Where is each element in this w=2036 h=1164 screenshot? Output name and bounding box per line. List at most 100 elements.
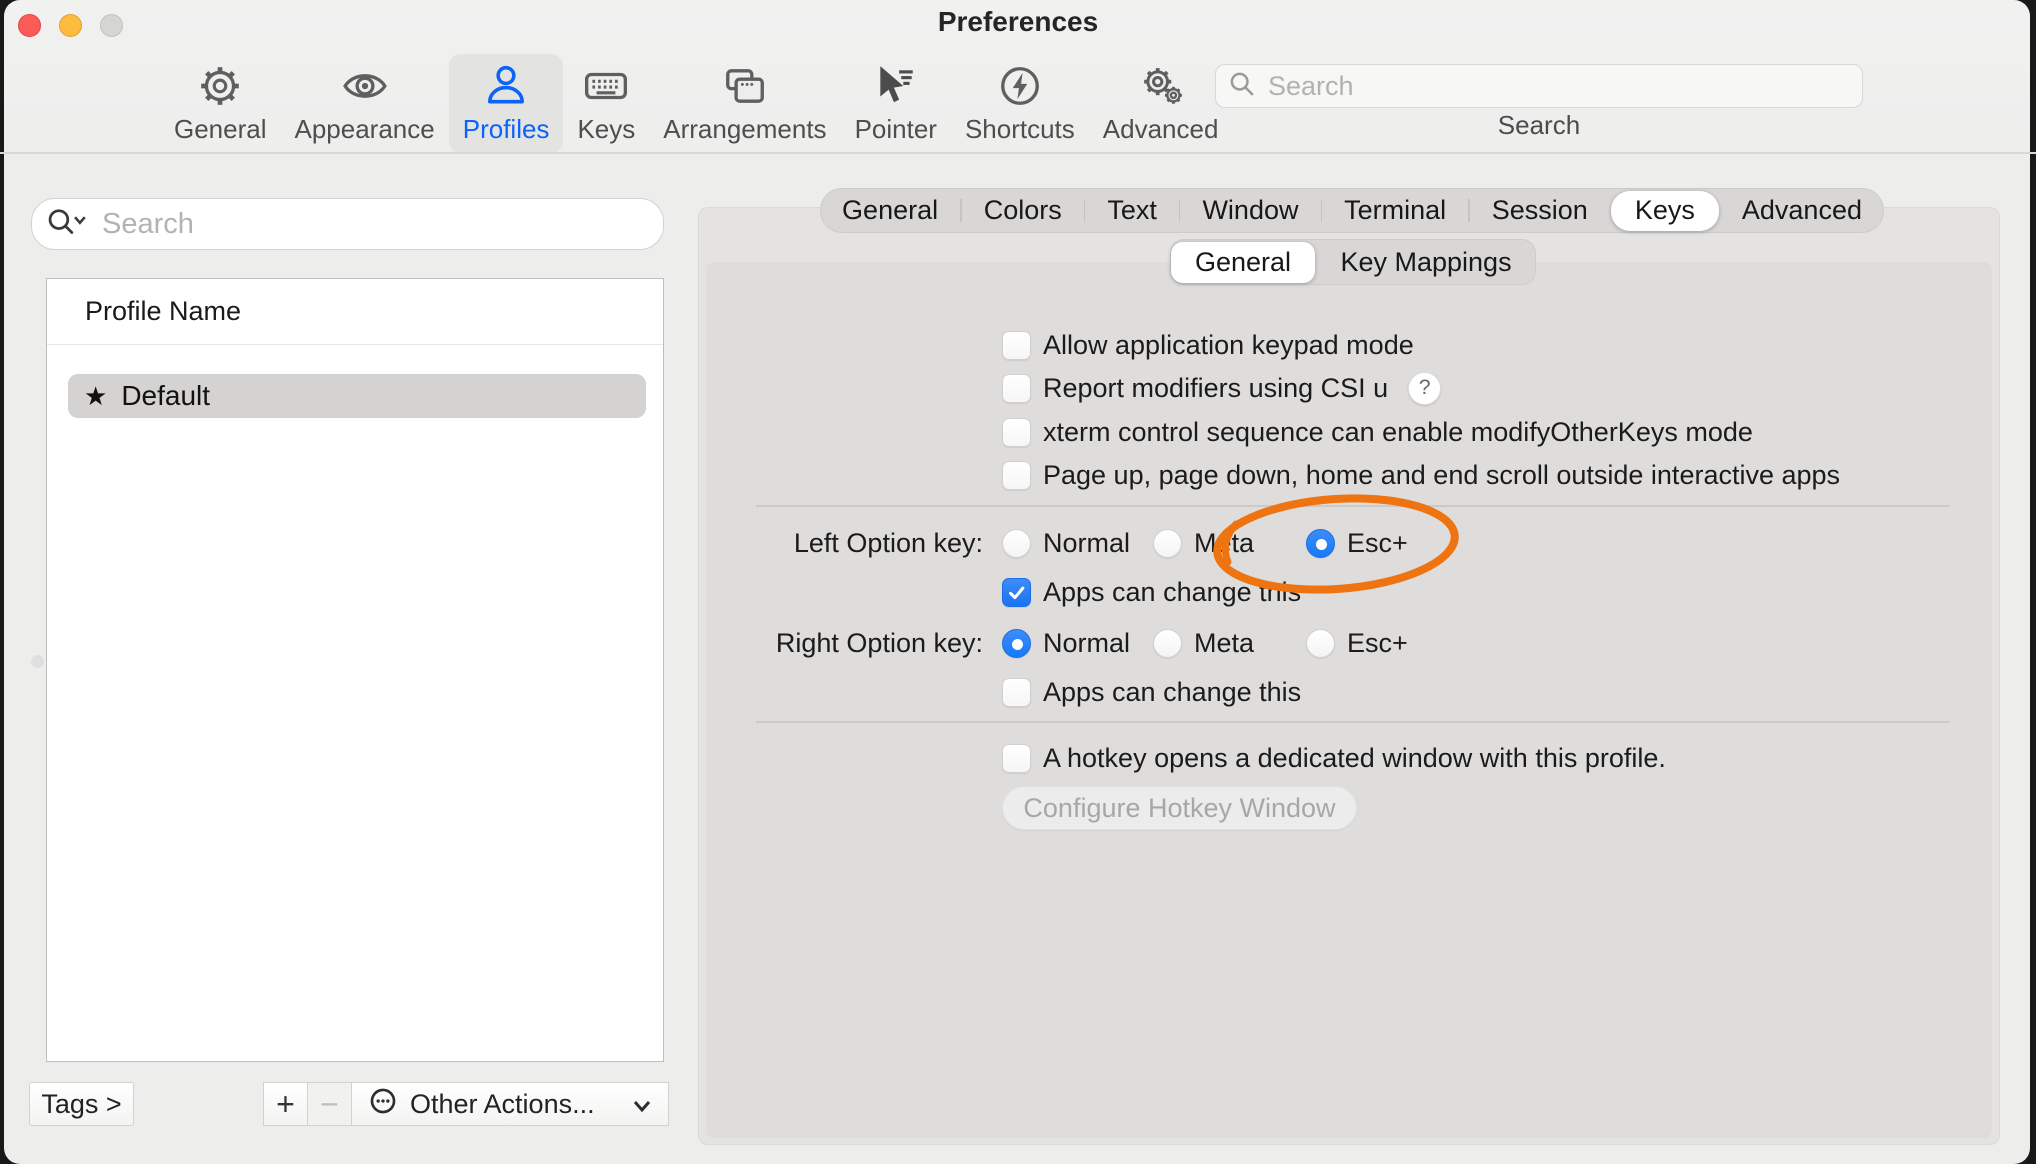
toolbar-item-label: Pointer — [855, 114, 937, 145]
profile-list: Profile Name ★ Default — [46, 278, 664, 1062]
add-profile-button[interactable]: + — [263, 1082, 307, 1126]
cursor-icon — [873, 60, 919, 112]
checkbox-row: Allow application keypad mode — [1002, 323, 1414, 367]
apps-can-change-checkbox[interactable] — [1002, 678, 1031, 707]
checkbox-label: Apps can change this — [1043, 577, 1301, 608]
left-option-label: Left Option key: — [756, 521, 983, 565]
radio-esc[interactable] — [1306, 629, 1335, 658]
toolbar-item-label: Advanced — [1103, 114, 1219, 145]
subtab-key-mappings[interactable]: Key Mappings — [1316, 239, 1536, 285]
left-option-meta[interactable]: Meta — [1153, 521, 1254, 565]
toolbar-item-advanced[interactable]: Advanced — [1089, 54, 1233, 153]
screenshot-stage: Preferences General — [0, 0, 2036, 1164]
tab-keys[interactable]: Keys — [1611, 191, 1719, 231]
toolbar-item-label: Arrangements — [663, 114, 826, 145]
checkbox-label: A hotkey opens a dedicated window with t… — [1043, 743, 1666, 774]
right-option-label: Right Option key: — [756, 621, 983, 665]
allow-keypad-checkbox[interactable] — [1002, 331, 1031, 360]
windows-icon — [720, 60, 770, 112]
chevron-down-icon — [632, 1089, 652, 1120]
other-actions-label: Other Actions... — [410, 1089, 620, 1120]
toolbar-item-label: Shortcuts — [965, 114, 1075, 145]
radio-meta[interactable] — [1153, 629, 1182, 658]
radio-normal[interactable] — [1002, 529, 1031, 558]
checkbox-label: Allow application keypad mode — [1043, 330, 1414, 361]
profile-row-default[interactable]: ★ Default — [68, 374, 646, 418]
apps-can-change-checkbox[interactable] — [1002, 578, 1031, 607]
radio-meta[interactable] — [1153, 529, 1182, 558]
profile-tabs: General Colors Text Window Terminal Sess… — [820, 188, 1884, 233]
toolbar-item-label: Keys — [577, 114, 635, 145]
csi-u-checkbox[interactable] — [1002, 374, 1031, 403]
profile-actions-group: + − Other Actions... — [263, 1082, 669, 1126]
gears-icon — [1136, 60, 1186, 112]
toolbar-item-arrangements[interactable]: Arrangements — [649, 54, 840, 153]
page-scroll-checkbox[interactable] — [1002, 461, 1031, 490]
tab-terminal[interactable]: Terminal — [1322, 188, 1468, 233]
radio-normal[interactable] — [1002, 629, 1031, 658]
gear-icon — [197, 60, 243, 112]
toolbar-item-pointer[interactable]: Pointer — [841, 54, 951, 153]
tab-colors[interactable]: Colors — [962, 188, 1084, 233]
toolbar-item-appearance[interactable]: Appearance — [281, 54, 449, 153]
toolbar-search[interactable] — [1215, 64, 1863, 108]
toolbar-search-caption: Search — [1215, 110, 1863, 141]
right-option-normal[interactable]: Normal — [1002, 621, 1130, 665]
tags-button[interactable]: Tags > — [29, 1082, 134, 1126]
toolbar-divider — [0, 152, 2036, 154]
toolbar-item-profiles[interactable]: Profiles — [449, 54, 564, 153]
left-option-esc[interactable]: Esc+ — [1306, 521, 1408, 565]
toolbar-item-general[interactable]: General — [160, 54, 281, 153]
hotkey-checkbox[interactable] — [1002, 744, 1031, 773]
profile-search-field[interactable] — [31, 198, 664, 250]
divider — [756, 505, 1950, 507]
help-button[interactable]: ? — [1408, 372, 1441, 405]
keys-subtabs: General Key Mappings — [1170, 239, 1536, 285]
toolbar-item-shortcuts[interactable]: Shortcuts — [951, 54, 1089, 153]
modify-other-keys-checkbox[interactable] — [1002, 418, 1031, 447]
toolbar: General Appearance Profiles — [160, 54, 1232, 153]
right-option-row: Right Option key: Normal Meta Esc+ — [756, 621, 1950, 665]
toolbar-item-label: General — [174, 114, 267, 145]
configure-hotkey-window-button: Configure Hotkey Window — [1002, 786, 1357, 830]
subtab-general[interactable]: General — [1171, 242, 1315, 283]
search-filter-icon — [46, 206, 88, 243]
tab-general[interactable]: General — [820, 188, 960, 233]
left-option-normal[interactable]: Normal — [1002, 521, 1130, 565]
apps-can-change-row: Apps can change this — [1002, 670, 1301, 714]
keyboard-icon — [581, 60, 631, 112]
checkbox-row: xterm control sequence can enable modify… — [1002, 410, 1753, 454]
toolbar-item-label: Profiles — [463, 114, 550, 145]
right-option-meta[interactable]: Meta — [1153, 621, 1254, 665]
checkbox-label: xterm control sequence can enable modify… — [1043, 417, 1753, 448]
checkbox-row: Page up, page down, home and end scroll … — [1002, 453, 1840, 497]
window-title: Preferences — [0, 6, 2036, 38]
right-option-esc[interactable]: Esc+ — [1306, 621, 1408, 665]
eye-icon — [340, 60, 390, 112]
tab-text[interactable]: Text — [1085, 188, 1179, 233]
checkbox-label: Report modifiers using CSI u — [1043, 373, 1388, 404]
checkbox-row: Report modifiers using CSI u ? — [1002, 366, 1441, 410]
tab-advanced[interactable]: Advanced — [1720, 188, 1884, 233]
hotkey-row: A hotkey opens a dedicated window with t… — [1002, 736, 1666, 780]
other-actions-dropdown[interactable]: Other Actions... — [351, 1082, 669, 1126]
checkbox-label: Page up, page down, home and end scroll … — [1043, 460, 1840, 491]
profile-list-header: Profile Name — [47, 279, 663, 345]
radio-esc[interactable] — [1306, 529, 1335, 558]
toolbar-item-label: Appearance — [295, 114, 435, 145]
star-icon: ★ — [84, 381, 107, 412]
edge-dot — [31, 655, 44, 668]
bolt-circle-icon — [997, 60, 1043, 112]
profile-search-input[interactable] — [100, 207, 649, 242]
checkbox-label: Apps can change this — [1043, 677, 1301, 708]
apps-can-change-row: Apps can change this — [1002, 570, 1301, 614]
toolbar-item-keys[interactable]: Keys — [563, 54, 649, 153]
circle-ellipsis-icon — [368, 1086, 398, 1123]
remove-profile-button[interactable]: − — [307, 1082, 351, 1126]
tab-window[interactable]: Window — [1180, 188, 1320, 233]
divider — [756, 721, 1950, 723]
profile-name: Default — [121, 380, 210, 412]
toolbar-search-input[interactable] — [1266, 70, 1850, 103]
search-icon — [1228, 70, 1256, 103]
tab-session[interactable]: Session — [1470, 188, 1610, 233]
